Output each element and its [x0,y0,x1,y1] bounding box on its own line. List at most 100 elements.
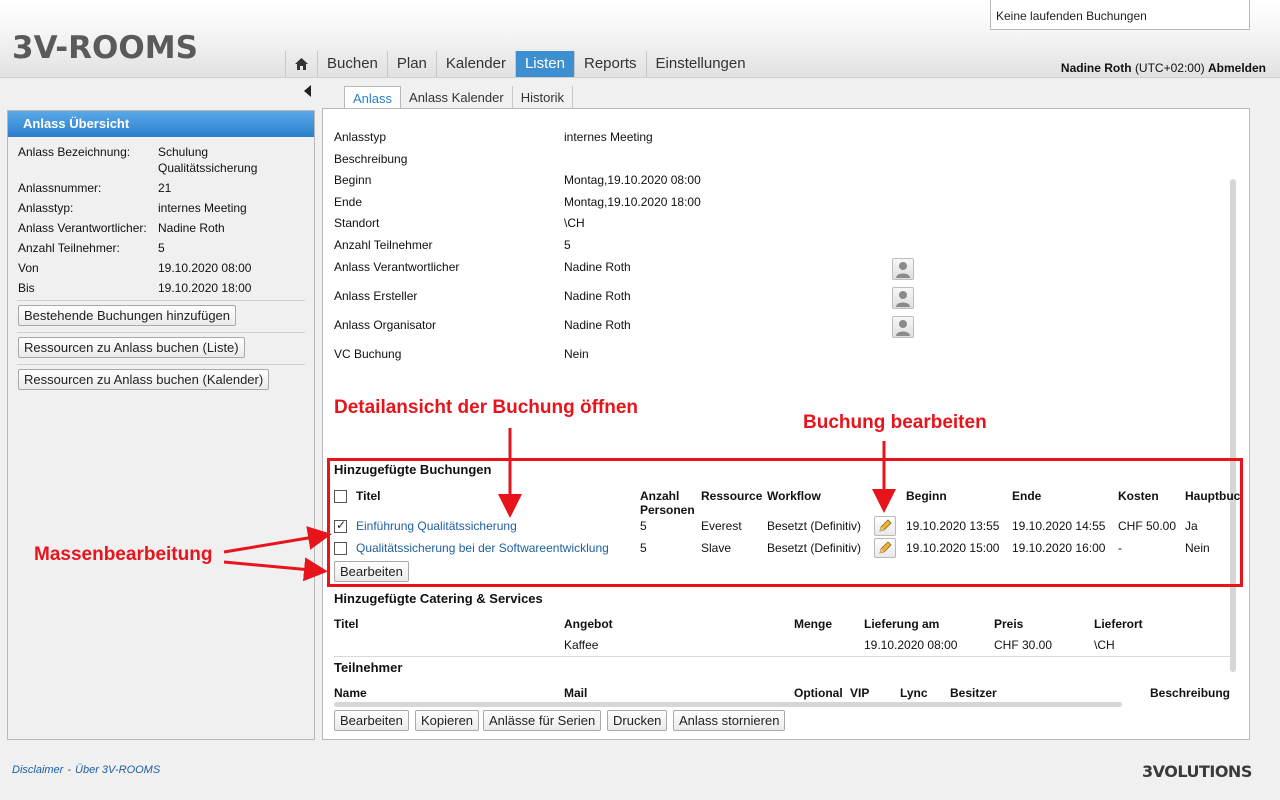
divider [334,656,1236,657]
detail-label: Beginn [334,173,372,187]
person-icon[interactable] [892,316,914,338]
annotation-highlight-box [327,458,1243,587]
event-info: Anlass Bezeichnung: Schulung Qualitätssic… [8,137,314,296]
user-timezone: (UTC+02:00) [1134,61,1205,75]
running-bookings-box[interactable]: Keine laufenden Buchungen [990,0,1250,30]
detail-label: Ende [334,195,363,209]
disclaimer-link[interactable]: Disclaimer [12,764,63,776]
book-resources-calendar-button[interactable]: Ressourcen zu Anlass buchen (Kalender) [18,369,270,390]
catering-col-qty: Menge [794,617,833,631]
info-value: Nadine Roth [158,221,225,235]
divider [17,364,305,365]
info-value: 21 [158,181,172,195]
info-label: Von [18,261,39,275]
detail-label: Titel [334,109,357,123]
annotation-edit: Buchung bearbeiten [803,412,987,433]
person-icon[interactable] [892,287,914,309]
info-row: Anlassnummer: 21 [18,180,314,196]
collapse-panel-icon[interactable] [304,85,311,97]
main-nav: Buchen Plan Kalender Listen Reports Eins… [285,51,755,77]
catering-delivery: 19.10.2020 08:00 [864,638,958,652]
divider [17,300,305,301]
annotation-mass: Massenbearbeitung [34,544,213,565]
tab-anlass-kalender[interactable]: Anlass Kalender [401,86,513,109]
series-events-button[interactable]: Anlässe für Serien [483,710,602,731]
user-name: Nadine Roth [1060,61,1132,75]
app-header: 3V-ROOMS Keine laufenden Buchungen Buche… [0,0,1280,78]
book-resources-list-button[interactable]: Ressourcen zu Anlass buchen (Liste) [18,337,245,358]
info-value: 19.10.2020 18:00 [158,281,252,295]
detail-label: VC Buchung [334,347,402,361]
event-detail-panel: Titel Schulung Qualitätssicherung Anlasst… [322,108,1250,740]
catering-col-title: Titel [334,617,359,631]
info-label: Anlassnummer: [18,181,102,195]
detail-label: Standort [334,216,380,230]
person-icon[interactable] [892,258,914,280]
detail-value: Nadine Roth [564,260,631,274]
info-row: Bis 19.10.2020 18:00 [18,280,314,296]
nav-kalender[interactable]: Kalender [435,51,515,77]
catering-location: \CH [1094,638,1115,652]
detail-value: 5 [564,238,571,252]
tab-anlass[interactable]: Anlass [344,86,402,110]
catering-title: Hinzugefügte Catering & Services [334,591,543,606]
cancel-event-button[interactable]: Anlass stornieren [673,710,786,731]
tab-historik[interactable]: Historik [513,86,574,109]
detail-value: Nein [564,347,589,361]
user-info: Nadine Roth (UTC+02:00) Abmelden [1061,61,1266,75]
detail-value: internes Meeting [564,130,653,144]
participants-col-mail: Mail [564,686,588,700]
nav-buchen[interactable]: Buchen [317,51,387,77]
vertical-scrollbar[interactable] [1230,179,1236,672]
catering-col-location: Lieferort [1094,617,1143,631]
copy-event-button[interactable]: Kopieren [415,710,480,731]
info-row: Anlass Bezeichnung: Schulung Qualitätssic… [18,144,314,176]
app-logo: 3V-ROOMS [12,30,198,66]
home-icon[interactable] [285,51,317,77]
info-value: internes Meeting [158,201,247,215]
nav-einstellungen[interactable]: Einstellungen [645,51,755,77]
print-button[interactable]: Drucken [607,710,668,731]
detail-value: Montag,19.10.2020 08:00 [564,173,701,187]
vendor-logo: 3VOLUTIONS [1142,762,1252,781]
participants-title: Teilnehmer [334,660,403,675]
detail-label: Anlass Organisator [334,318,437,332]
about-link[interactable]: Über 3V-ROOMS [75,764,160,776]
logout-link[interactable]: Abmelden [1208,61,1266,75]
catering-col-delivery: Lieferung am [864,617,940,631]
detail-value: \CH [564,216,585,230]
participants-col-name: Name [334,686,367,700]
info-label: Anzahl Teilnehmer: [18,241,120,255]
nav-reports[interactable]: Reports [573,51,646,77]
detail-label: Beschreibung [334,152,408,166]
nav-listen[interactable]: Listen [514,51,574,77]
participants-col-optional: Optional [794,686,843,700]
info-value: 5 [158,241,165,255]
info-row: Anzahl Teilnehmer: 5 [18,240,314,256]
detail-value: Montag,19.10.2020 18:00 [564,195,701,209]
catering-col-offer: Angebot [564,617,613,631]
info-row: Anlasstyp: internes Meeting [18,200,314,216]
detail-value: Nadine Roth [564,289,631,303]
footer-links: Disclaimer - Über 3V-ROOMS [12,764,161,776]
participants-col-vip: VIP [850,686,870,700]
catering-price: CHF 30.00 [994,638,1053,652]
info-label: Anlasstyp: [18,201,74,215]
add-existing-bookings-button[interactable]: Bestehende Buchungen hinzufügen [18,305,237,326]
detail-value: Schulung Qualitätssicherung [564,109,717,123]
nav-plan[interactable]: Plan [386,51,436,77]
detail-label: Anlasstyp [334,130,387,144]
annotation-detail: Detailansicht der Buchung öffnen [334,397,639,418]
info-label: Bis [18,281,35,295]
participants-col-desc: Beschreibung [1150,686,1231,700]
horizontal-scrollbar[interactable] [334,702,1122,707]
info-value: 19.10.2020 08:00 [158,261,252,275]
event-overview-panel: Anlass Übersicht Anlass Bezeichnung: Schu… [7,110,315,740]
info-row: Von 19.10.2020 08:00 [18,260,314,276]
panel-title: Anlass Übersicht [8,111,314,137]
detail-label: Anlass Ersteller [334,289,418,303]
edit-event-button[interactable]: Bearbeiten [334,710,409,731]
info-label: Anlass Bezeichnung: [18,145,131,159]
info-value: Schulung Qualitätssicherung [158,145,258,175]
catering-offer: Kaffee [564,638,599,652]
